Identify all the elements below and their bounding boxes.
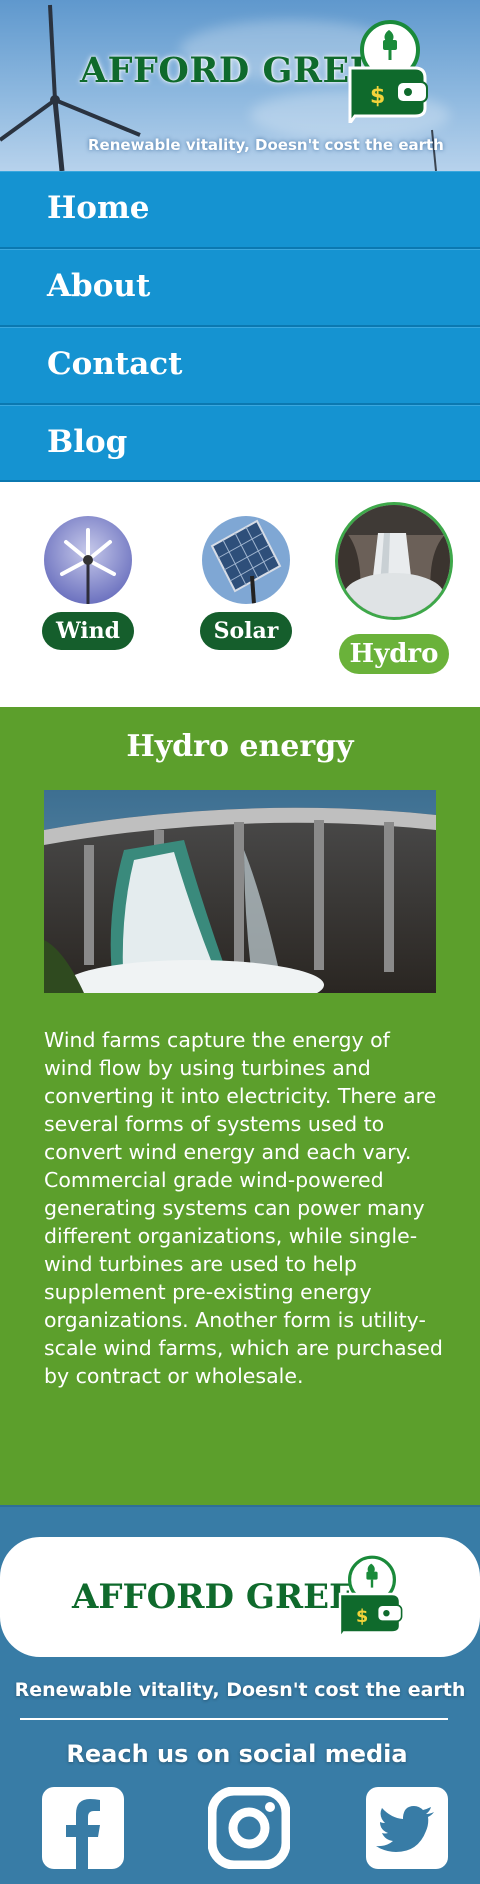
main-nav: Home About Contact Blog xyxy=(0,171,480,482)
nav-item-home[interactable]: Home xyxy=(0,171,480,249)
svg-text:$: $ xyxy=(356,1607,368,1627)
energy-content: Hydro energy Wind farms capture the ener… xyxy=(0,707,480,1505)
solar-thumbnail[interactable] xyxy=(202,516,290,604)
social-heading: Reach us on social media xyxy=(66,1740,408,1768)
header-tagline: Renewable vitality, Doesn't cost the ear… xyxy=(88,136,444,154)
footer-divider xyxy=(20,1718,448,1720)
energy-option-hydro[interactable]: Hydro xyxy=(334,502,454,674)
footer-wallet-plug-logo-icon[interactable]: $ xyxy=(336,1551,408,1641)
facebook-icon[interactable] xyxy=(42,1787,124,1869)
nav-item-blog[interactable]: Blog xyxy=(0,405,480,482)
footer-tagline: Renewable vitality, Doesn't cost the ear… xyxy=(14,1679,466,1701)
hydro-thumbnail[interactable] xyxy=(335,502,453,620)
wallet-plug-logo-icon[interactable]: $ xyxy=(345,18,435,123)
nav-item-about[interactable]: About xyxy=(0,249,480,327)
nav-item-contact[interactable]: Contact xyxy=(0,327,480,405)
twitter-icon[interactable] xyxy=(366,1787,448,1869)
energy-option-wind[interactable]: Wind xyxy=(40,516,136,650)
svg-text:$: $ xyxy=(370,84,385,109)
hydro-dam-image xyxy=(44,790,436,993)
energy-selector: Wind Solar Hydro xyxy=(0,482,480,707)
site-header: AFFORD GREEN $ Renewable vitality, Doesn… xyxy=(0,0,480,171)
wind-thumbnail[interactable] xyxy=(44,516,132,604)
instagram-icon[interactable] xyxy=(207,1786,291,1870)
content-title: Hydro energy xyxy=(126,729,354,764)
wind-label-pill[interactable]: Wind xyxy=(42,612,134,650)
solar-label-pill[interactable]: Solar xyxy=(200,612,292,650)
hydro-label-pill[interactable]: Hydro xyxy=(339,634,449,674)
content-body: Wind farms capture the energy of wind fl… xyxy=(44,1028,443,1388)
footer-logo-box[interactable]: AFFORD GREEN $ xyxy=(0,1537,480,1657)
site-footer: AFFORD GREEN $ Renewable vitality, Doesn… xyxy=(0,1505,480,1884)
energy-option-solar[interactable]: Solar xyxy=(198,516,294,650)
